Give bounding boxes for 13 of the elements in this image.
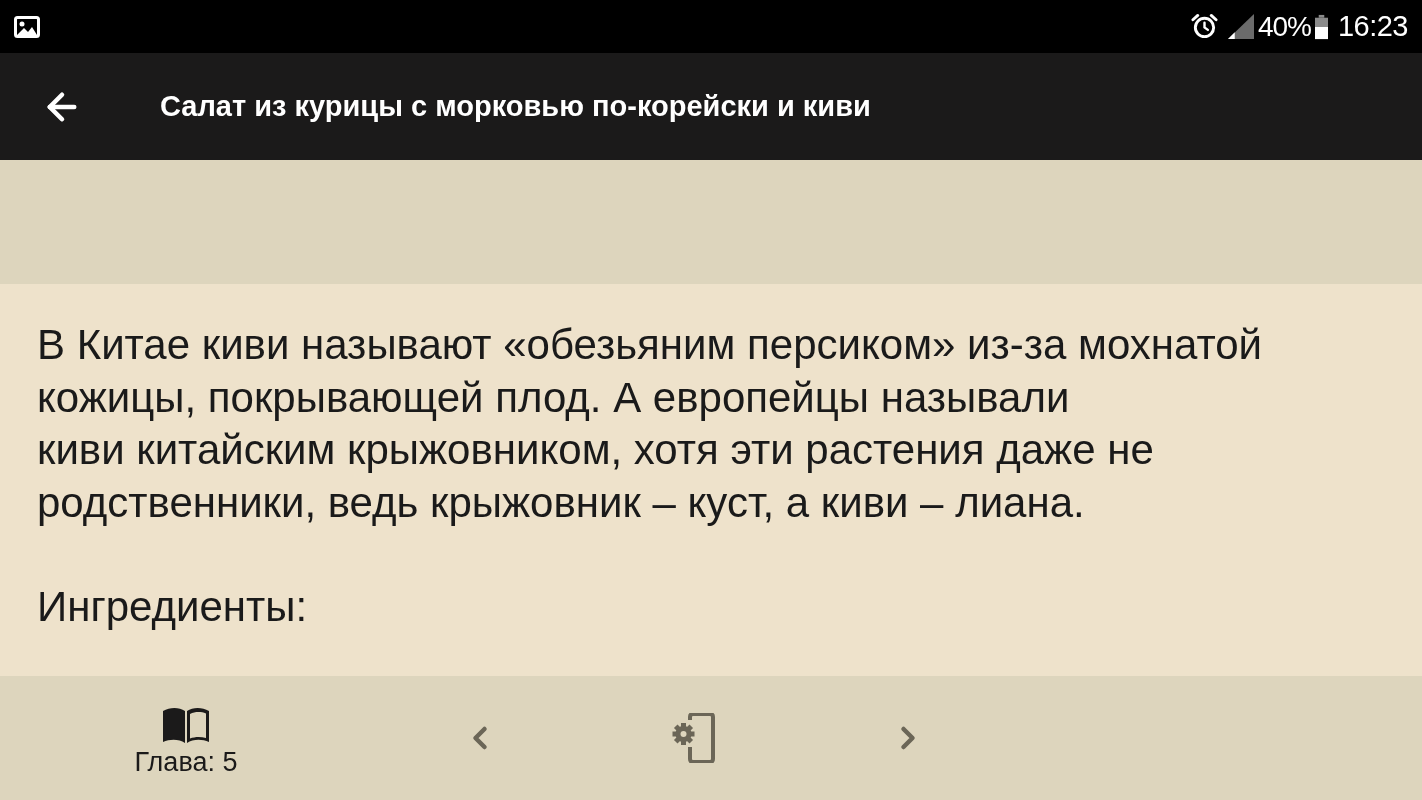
alarm-clock-icon <box>1190 13 1218 40</box>
clock-time: 16:23 <box>1337 12 1408 41</box>
open-book-icon <box>161 706 211 745</box>
body-paragraph: В Китае киви называют «обезьяним персиком» из-за мохнатой кожицы, покрывающей плод. А европейцы называли киви китайским крыжовником, хотя эти растения даже не родственники, ведь крыжовник – куст, а киви – лиана. <box>37 320 1264 528</box>
phone-settings-icon <box>671 713 715 763</box>
chapter-button[interactable]: Глава: 5 <box>134 706 238 776</box>
settings-button[interactable] <box>671 713 715 763</box>
image-icon <box>14 15 40 38</box>
battery-percentage: 40% <box>1257 12 1311 41</box>
battery-icon <box>1314 13 1328 40</box>
signal-icon <box>1227 14 1254 39</box>
body-paragraph: Ингредиенты: <box>37 582 309 632</box>
page-title: Салат из курицы с морковью по-корейски и киви <box>160 88 871 124</box>
